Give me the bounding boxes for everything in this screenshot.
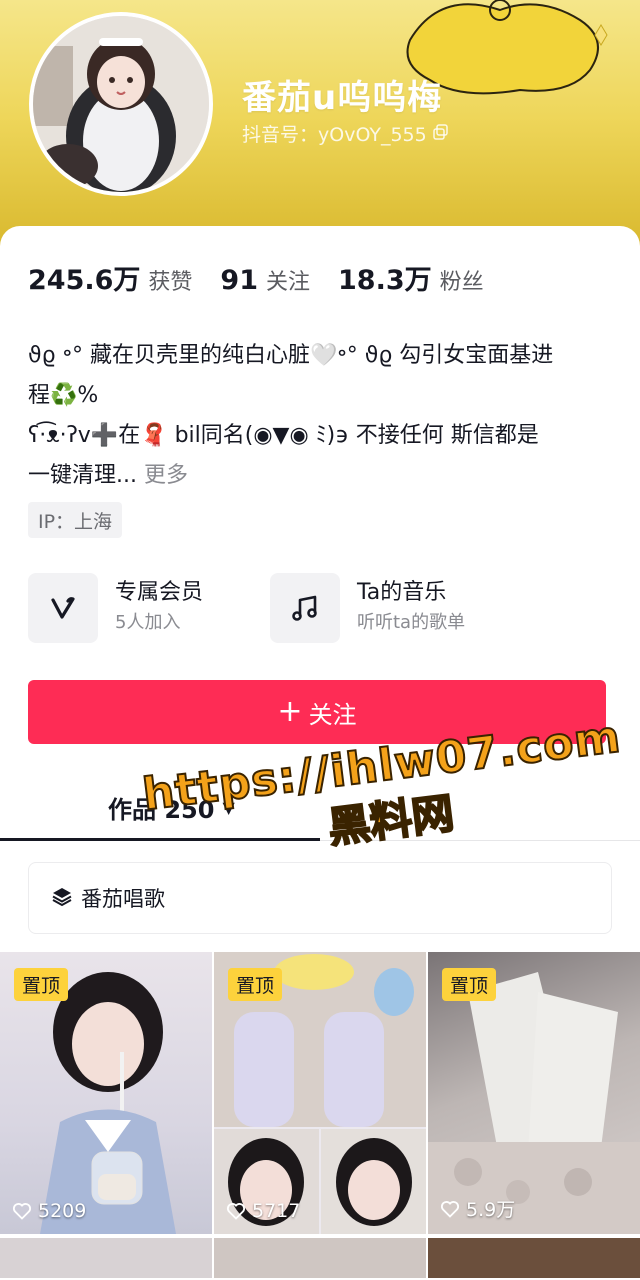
pinned-badge: 置顶	[14, 968, 69, 1001]
bio-line-4-text: 一键清理...	[28, 463, 137, 488]
pinned-badge: 置顶	[228, 968, 283, 1001]
video-likes-value: 5209	[38, 1200, 87, 1222]
tab-works-label: 作品 250	[108, 796, 215, 824]
followers-label: 粉丝	[439, 270, 484, 295]
profile-card: 245.6万 获赞 91 关注 18.3万 粉丝 ϑϱ ॰° 藏在贝壳里的纯白心…	[0, 226, 640, 1280]
heart-icon	[440, 1200, 460, 1218]
video-tile[interactable]: 置顶 5717	[214, 952, 426, 1234]
profile-banner: 番茄u呜呜梅 抖音号：yOvOY_555	[0, 0, 640, 260]
pinned-badge: 置顶	[442, 968, 497, 1001]
collection-label: 番茄唱歌	[81, 887, 165, 911]
music-text: Ta的音乐 听听ta的歌单	[357, 578, 465, 638]
video-tile-partial[interactable]	[214, 1238, 426, 1278]
membership-entry[interactable]: 专属会员 5人加入	[28, 573, 203, 643]
plus-icon: +	[277, 694, 303, 729]
stat-followers[interactable]: 18.3万 粉丝	[338, 258, 484, 297]
following-label: 关注	[266, 270, 311, 295]
copy-icon[interactable]	[432, 123, 449, 145]
membership-title: 专属会员	[115, 580, 204, 605]
music-entry[interactable]: Ta的音乐 听听ta的歌单	[270, 573, 465, 643]
video-likes-value: 5717	[252, 1200, 301, 1222]
tab-active-indicator	[0, 838, 320, 841]
video-tile[interactable]: 置顶 5209	[0, 952, 212, 1234]
account-id: 抖音号：yOvOY_555	[242, 124, 427, 146]
video-tile-partial[interactable]	[428, 1238, 640, 1278]
membership-v-icon	[28, 573, 98, 643]
stats-row: 245.6万 获赞 91 关注 18.3万 粉丝	[28, 258, 512, 297]
bio-more-link[interactable]: 更多	[137, 463, 188, 488]
stat-following[interactable]: 91 关注	[220, 264, 310, 296]
follow-button-label: 关注	[308, 700, 357, 729]
collection-entry[interactable]: 番茄唱歌	[28, 862, 612, 934]
ip-location-tag: IP：上海	[28, 502, 123, 538]
followers-count: 18.3万	[338, 265, 432, 296]
likes-label: 获赞	[148, 270, 193, 295]
likes-count: 245.6万	[28, 265, 141, 296]
music-title: Ta的音乐	[357, 580, 447, 605]
bio-line-1: ϑϱ ॰° 藏在贝壳里的纯白心脏🤍॰° ϑϱ 勾引女宝面基进	[28, 343, 554, 368]
avatar[interactable]	[29, 12, 213, 196]
bio-line-2: 程♻️%	[28, 383, 99, 408]
bio-line-3: ʕ·͡ᴥ·ʔv➕在🧣 bil同名(◉▼◉ ﾐ)϶ 不接任何 斯信都是	[28, 423, 539, 448]
stat-likes[interactable]: 245.6万 获赞	[28, 258, 192, 297]
caret-down-icon: ▼	[222, 798, 235, 817]
music-subtitle: 听听ta的歌单	[357, 612, 466, 633]
layers-icon	[51, 885, 73, 912]
content-tabs: 作品 250 ▼	[0, 786, 640, 842]
following-count: 91	[220, 265, 258, 296]
heart-icon	[12, 1203, 32, 1220]
video-tile[interactable]: 置顶 5.9万	[428, 952, 640, 1234]
bio-line-4: 一键清理... 更多	[28, 456, 618, 496]
video-tile-partial[interactable]	[0, 1238, 212, 1278]
tab-works[interactable]: 作品 250 ▼	[108, 790, 235, 825]
profile-bio: ϑϱ ॰° 藏在贝壳里的纯白心脏🤍॰° ϑϱ 勾引女宝面基进 程♻️% ʕ·͡ᴥ…	[28, 336, 618, 496]
membership-subtitle: 5人加入	[115, 612, 181, 633]
music-note-icon	[270, 573, 340, 643]
account-id-row: 抖音号：yOvOY_555	[242, 120, 449, 147]
video-like-count: 5209	[12, 1200, 86, 1222]
profile-nickname: 番茄u呜呜梅	[242, 78, 443, 118]
video-like-count: 5717	[226, 1200, 300, 1222]
follow-button[interactable]: + 关注	[28, 680, 606, 744]
heart-icon	[226, 1203, 246, 1220]
video-likes-value: 5.9万	[466, 1199, 516, 1221]
video-like-count: 5.9万	[440, 1195, 515, 1222]
membership-text: 专属会员 5人加入	[115, 578, 203, 638]
